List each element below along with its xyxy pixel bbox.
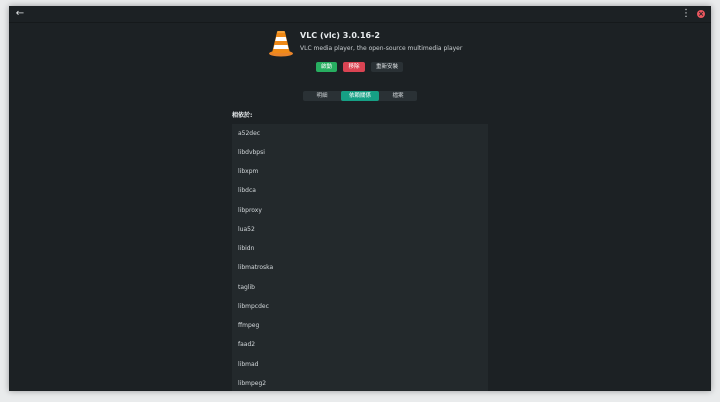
arrow-left-icon[interactable]: ← <box>14 8 26 20</box>
list-item[interactable]: libxpm <box>238 167 258 177</box>
list-item[interactable]: libidn <box>238 244 254 254</box>
list-item[interactable]: libmatroska <box>238 263 273 273</box>
vlc-traffic-cone-icon <box>269 31 293 57</box>
list-item[interactable]: libmpcdec <box>238 302 269 312</box>
app-summary: VLC media player, the open-source multim… <box>300 45 463 52</box>
kebab-menu-icon[interactable]: ⋮ <box>681 8 691 20</box>
tab-details[interactable]: 明細 <box>303 91 341 101</box>
list-item[interactable]: faad2 <box>238 340 255 350</box>
list-item[interactable]: ffmpeg <box>238 321 259 331</box>
list-item[interactable]: libmad <box>238 360 258 370</box>
list-item[interactable]: libmpeg2 <box>238 379 266 389</box>
remove-button[interactable]: 移除 <box>343 62 365 72</box>
list-item[interactable]: taglib <box>238 283 255 293</box>
tab-dependencies[interactable]: 依賴關係 <box>341 91 379 101</box>
tab-files[interactable]: 檔案 <box>379 91 417 101</box>
list-item[interactable]: a52dec <box>238 129 260 139</box>
launch-button[interactable]: 啟動 <box>316 62 337 72</box>
app-title: VLC (vlc) 3.0.16-2 <box>300 31 380 40</box>
depends-on-label: 相依於: <box>232 112 253 119</box>
list-item[interactable]: lua52 <box>238 225 255 235</box>
tab-bar: 明細 依賴關係 檔案 <box>303 91 417 101</box>
reinstall-button[interactable]: 重新安裝 <box>371 62 403 72</box>
header-bar: ← ⋮ × <box>9 6 711 23</box>
dependency-list[interactable]: a52dec libdvbpsi libxpm libdca libproxy … <box>232 124 488 391</box>
close-icon[interactable]: × <box>697 10 705 18</box>
list-item[interactable]: libdca <box>238 186 256 196</box>
app-window: ← ⋮ × VLC (vlc) 3.0.16-2 VLC media playe… <box>9 6 711 391</box>
list-item[interactable]: libproxy <box>238 206 262 216</box>
list-item[interactable]: libdvbpsi <box>238 148 265 158</box>
